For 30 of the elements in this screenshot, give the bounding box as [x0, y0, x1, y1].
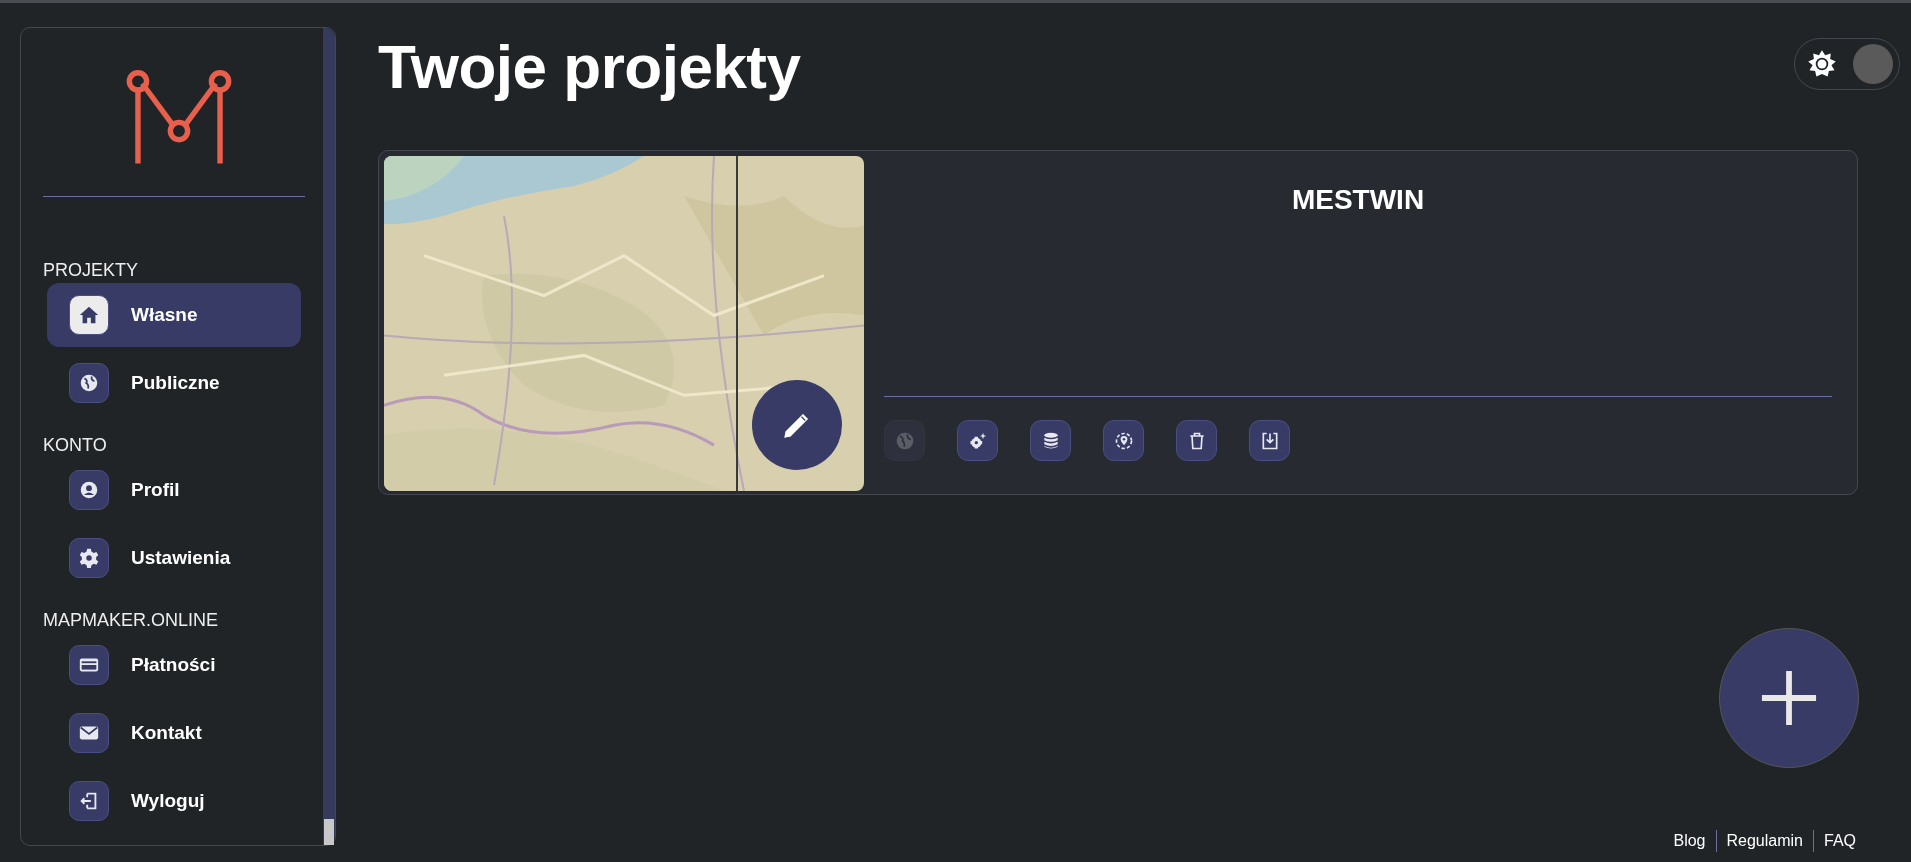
- page-title: Twoje projekty: [378, 31, 801, 102]
- footer-link[interactable]: Blog: [1663, 830, 1716, 852]
- globe-icon: [78, 372, 100, 394]
- nav-item[interactable]: Publiczne: [47, 351, 301, 415]
- gears-button[interactable]: [957, 420, 998, 461]
- home-icon: [78, 304, 100, 326]
- download-button[interactable]: [1249, 420, 1290, 461]
- pin-button[interactable]: [1103, 420, 1144, 461]
- nav-item[interactable]: Własne: [47, 283, 301, 347]
- project-name: MESTWIN: [1290, 184, 1426, 217]
- scrollbar-thumb[interactable]: [324, 819, 334, 845]
- nav-item[interactable]: Profil: [47, 458, 301, 522]
- footer-link[interactable]: FAQ: [1813, 830, 1866, 852]
- nav-item[interactable]: Kontakt: [47, 701, 301, 765]
- delete-button[interactable]: [1176, 420, 1217, 461]
- footer-link[interactable]: Regulamin: [1715, 830, 1813, 852]
- section-heading: MAPMAKER.ONLINE: [43, 610, 220, 631]
- logo-icon: [125, 68, 233, 166]
- globe-icon: [894, 430, 915, 451]
- nav-item[interactable]: Ustawienia: [47, 526, 301, 590]
- nav-item[interactable]: Wyloguj: [47, 769, 301, 833]
- section-heading: PROJEKTY: [43, 260, 140, 281]
- section-heading: KONTO: [43, 435, 108, 456]
- sun-icon: [1807, 49, 1837, 79]
- database-button[interactable]: [1030, 420, 1071, 461]
- user-icon: [78, 479, 100, 501]
- settings-icon: [78, 547, 100, 569]
- nav-item[interactable]: Płatności: [47, 633, 301, 697]
- location-pin-icon: [1113, 430, 1134, 451]
- plus-icon: [1760, 669, 1818, 727]
